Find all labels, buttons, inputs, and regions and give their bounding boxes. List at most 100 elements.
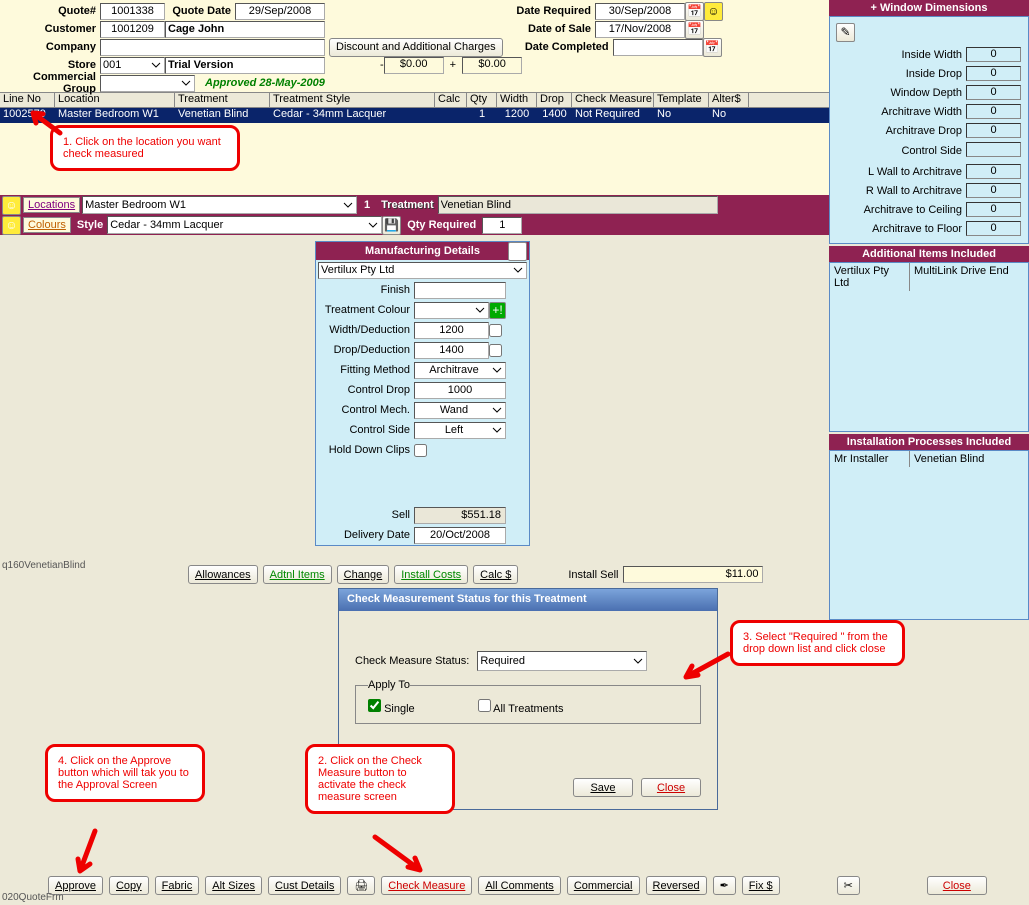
inst-c2: Venetian Blind [910, 451, 988, 467]
inst-c1: Mr Installer [830, 451, 910, 467]
wd-row-value[interactable]: 0 [966, 47, 1021, 62]
style-label: Style [77, 219, 103, 231]
wd-row-value[interactable] [966, 142, 1021, 157]
date-comp-label: Date Completed [513, 41, 613, 53]
date-sale-field[interactable] [595, 21, 685, 38]
date-comp-field[interactable] [613, 39, 703, 56]
quote-date-field[interactable] [235, 3, 325, 20]
drop-ded-check[interactable] [489, 344, 502, 357]
wd-row-value[interactable]: 0 [966, 104, 1021, 119]
wd-row-label: Architrave to Ceiling [836, 201, 963, 218]
status-label: Check Measure Status: [355, 655, 469, 667]
cdrop-field[interactable] [414, 382, 506, 399]
smiley-icon[interactable]: ☺ [704, 2, 723, 21]
clips-check[interactable] [414, 444, 427, 457]
locations-label[interactable]: Locations [23, 197, 80, 213]
install-sell-label: Install Sell [568, 569, 618, 581]
edit-icon[interactable]: ✎ [836, 23, 855, 42]
alt-sizes-button[interactable]: Alt Sizes [205, 876, 262, 895]
supplier-select[interactable]: Vertilux Pty Ltd [318, 262, 527, 279]
calendar-icon[interactable]: 📅 [703, 38, 722, 57]
location-select[interactable]: Master Bedroom W1 [82, 196, 357, 214]
cmech-label: Control Mech. [316, 404, 414, 416]
cmech-select[interactable]: Wand [414, 402, 506, 419]
approved-status: Approved 28-May-2009 [205, 77, 325, 89]
store-name-field[interactable] [165, 57, 325, 74]
drop-field[interactable] [414, 342, 489, 359]
save-icon[interactable]: 💾 [382, 216, 401, 235]
customer-name-field[interactable] [165, 21, 325, 38]
allowances-button[interactable]: Allowances [188, 565, 258, 584]
quote-num-field[interactable] [100, 3, 165, 20]
print-button[interactable]: 🖨 [347, 876, 375, 895]
wd-row-value[interactable]: 0 [966, 66, 1021, 81]
finish-label: Finish [316, 284, 414, 296]
adtnl-items-button[interactable]: Adtnl Items [263, 565, 332, 584]
dialog-close-button[interactable]: Close [641, 778, 701, 797]
window-dim-header[interactable]: + Window Dimensions [829, 0, 1029, 16]
discount-button[interactable]: Discount and Additional Charges [329, 38, 503, 57]
apply-to-label: Apply To [368, 679, 410, 691]
close-button[interactable]: Close [927, 876, 987, 895]
wd-row-value[interactable]: 0 [966, 85, 1021, 100]
comm-grp-select[interactable] [100, 75, 195, 92]
addl-items-header: Additional Items Included [829, 246, 1029, 262]
colour-label: Treatment Colour [316, 304, 414, 316]
reversed-button[interactable]: Reversed [646, 876, 707, 895]
finish-field[interactable] [414, 282, 506, 299]
store-code-select[interactable]: 001 [100, 57, 165, 74]
fit-select[interactable]: Architrave [414, 362, 506, 379]
pen-button[interactable]: ✒ [713, 876, 736, 895]
all-comments-button[interactable]: All Comments [478, 876, 560, 895]
scissors-button[interactable]: ✂ [837, 876, 860, 895]
fabric-button[interactable]: Fabric [155, 876, 200, 895]
callout-4: 4. Click on the Approve button which wil… [45, 744, 205, 802]
colour-select[interactable] [414, 302, 489, 319]
cust-details-button[interactable]: Cust Details [268, 876, 341, 895]
deliv-label: Delivery Date [316, 529, 414, 541]
style-select[interactable]: Cedar - 34mm Lacquer [107, 216, 382, 234]
colours-label[interactable]: Colours [23, 217, 71, 233]
dialog-title: Check Measurement Status for this Treatm… [339, 589, 717, 611]
calendar-icon[interactable]: 📅 [685, 2, 704, 21]
wd-row-label: Inside Width [836, 46, 963, 63]
treatment-select[interactable]: Venetian Blind [438, 196, 718, 214]
deliv-field[interactable] [414, 527, 506, 544]
callout-1: 1. Click on the location you want check … [50, 125, 240, 171]
amount1: $0.00 [384, 57, 444, 74]
all-treatments-check[interactable] [478, 699, 491, 712]
wd-row-value[interactable]: 0 [966, 183, 1021, 198]
calc-button[interactable]: Calc $ [473, 565, 518, 584]
calendar-icon[interactable]: 📅 [685, 20, 704, 39]
wd-row-label: Inside Drop [836, 65, 963, 82]
company-field[interactable] [100, 39, 325, 56]
dialog-save-button[interactable]: Save [573, 778, 633, 797]
print-icon[interactable]: 🖨 [508, 242, 527, 261]
quote-num-label: Quote# [0, 5, 100, 17]
change-button[interactable]: Change [337, 565, 390, 584]
cside-label: Control Side [316, 424, 414, 436]
single-check[interactable] [368, 699, 381, 712]
wd-row-value[interactable]: 0 [966, 164, 1021, 179]
smiley-icon[interactable]: ☺ [2, 196, 21, 215]
mfg-header: Manufacturing Details 🖨 [316, 242, 529, 260]
width-field[interactable] [414, 322, 489, 339]
copy-button[interactable]: Copy [109, 876, 149, 895]
status-select[interactable]: Required [477, 651, 647, 671]
wd-row-value[interactable]: 0 [966, 221, 1021, 236]
fix-button[interactable]: Fix $ [742, 876, 780, 895]
add-colour-icon[interactable]: +! [489, 302, 506, 319]
date-req-field[interactable] [595, 3, 685, 20]
width-ded-check[interactable] [489, 324, 502, 337]
wd-row-value[interactable]: 0 [966, 202, 1021, 217]
commercial-button[interactable]: Commercial [567, 876, 640, 895]
install-costs-button[interactable]: Install Costs [394, 565, 468, 584]
customer-id-field[interactable] [100, 21, 165, 38]
smiley-icon[interactable]: ☺ [2, 216, 21, 235]
qty-req-field[interactable] [482, 217, 522, 234]
check-measure-button[interactable]: Check Measure [381, 876, 472, 895]
wd-row-value[interactable]: 0 [966, 123, 1021, 138]
cside-select[interactable]: Left [414, 422, 506, 439]
comm-grp-label: Commercial Group [0, 71, 100, 95]
customer-label: Customer [0, 23, 100, 35]
